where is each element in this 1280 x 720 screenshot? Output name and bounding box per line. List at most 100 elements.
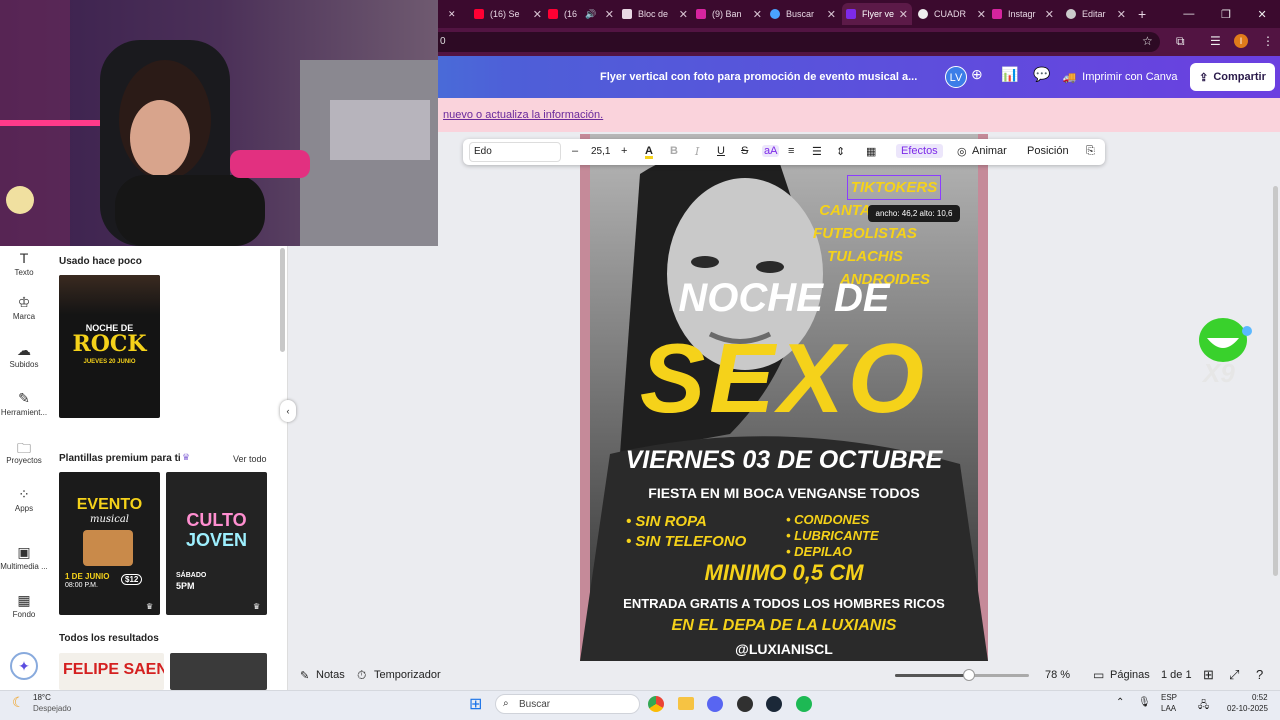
document-title[interactable]: Flyer vertical con foto para promoción d… [600, 71, 917, 83]
flyer-rules-right[interactable]: • CONDONES • LUBRICANTE • DEPILAO [786, 512, 879, 560]
fullscreen-icon[interactable]: ⤢ [1229, 667, 1239, 683]
discord-icon[interactable] [707, 696, 723, 712]
rail-item-proyectos[interactable]: 🗀 Proyectos [0, 438, 48, 465]
flyer-title-line1[interactable]: NOCHE DE [580, 276, 988, 321]
notice-link[interactable]: nuevo o actualiza la información. [443, 109, 603, 121]
file-explorer-icon[interactable] [678, 697, 694, 710]
result-template-2[interactable] [170, 653, 267, 690]
result-template-1[interactable]: FELIPE SAENZ [59, 653, 164, 690]
browser-tab[interactable]: Bloc de ✕ [622, 3, 692, 25]
premium-template-1[interactable]: EVENTO musical 1 DE JUNIO 08:00 P.M. $12 [59, 472, 160, 615]
browser-tab[interactable]: Buscar ✕ [770, 3, 840, 25]
rail-item-marca[interactable]: ♔ Marca [0, 294, 48, 321]
font-family-select[interactable]: Edo [469, 142, 561, 162]
spotify-icon[interactable] [796, 696, 812, 712]
spacing-icon[interactable]: ⇕ [836, 145, 845, 158]
user-avatar[interactable]: LV [945, 66, 967, 88]
microphone-icon[interactable]: 🎙 [1138, 697, 1151, 708]
guest-item[interactable]: TULACHIS [800, 245, 930, 268]
rail-item-fondo[interactable]: ▦ Fondo [0, 592, 48, 619]
rail-item-multimedia[interactable]: ▣ Multimedia ... [0, 544, 48, 571]
flyer-date[interactable]: VIERNES 03 DE OCTUBRE [580, 446, 988, 475]
network-icon[interactable]: 🖧 [1198, 698, 1209, 715]
flyer-title-line2[interactable]: SEXO [580, 322, 988, 435]
flyer-location[interactable]: EN EL DEPA DE LA LUXIANIS [580, 617, 988, 635]
magic-ai-icon[interactable]: ✦ [10, 652, 38, 680]
rule-item[interactable]: • SIN ROPA [626, 512, 746, 532]
zoom-slider[interactable] [895, 669, 1029, 681]
browser-tab[interactable]: (9) Ban ✕ [696, 3, 766, 25]
obs-icon[interactable] [737, 696, 753, 712]
rail-item-texto[interactable]: T Texto [0, 250, 48, 277]
flyer-minimum[interactable]: MINIMO 0,5 CM [580, 560, 988, 586]
increase-font-size-button[interactable]: + [621, 145, 627, 157]
animate-icon[interactable]: ◎ [957, 145, 967, 158]
bookmark-star-icon[interactable]: ☆ [1142, 34, 1153, 48]
flyer-handle[interactable]: @LUXIANISCL [580, 641, 988, 657]
reading-list-icon[interactable]: ☰ [1210, 34, 1221, 48]
extensions-icon[interactable]: ⧉ [1176, 34, 1185, 49]
premium-template-2[interactable]: CULTO JOVEN SÁBADO 5PM [166, 472, 267, 615]
rail-item-subidos[interactable]: ☁ Subidos [0, 342, 48, 369]
timer-button[interactable]: Temporizador [374, 669, 441, 681]
zoom-level[interactable]: 78 % [1045, 669, 1070, 681]
flyer-tagline[interactable]: FIESTA EN MI BOCA VENGANSE TODOS [580, 485, 988, 501]
zoom-slider-handle[interactable] [962, 669, 975, 681]
effects-button[interactable]: Efectos [896, 144, 943, 158]
rail-item-apps[interactable]: ⁘ Apps [0, 486, 48, 513]
add-collaborator-icon[interactable]: ⊕ [971, 66, 983, 88]
guest-item[interactable]: FUTBOLISTAS [800, 222, 930, 245]
position-button[interactable]: Posición [1027, 145, 1069, 157]
tab-close-icon[interactable]: ✕ [448, 3, 458, 25]
underline-icon[interactable]: U [717, 145, 725, 157]
rule-item[interactable]: • DEPILAO [786, 544, 879, 560]
font-size-input[interactable]: 25,1 [591, 146, 610, 157]
browser-tab[interactable]: Editar ✕ [1066, 3, 1130, 25]
browser-tab[interactable]: (16 🔊 ✕ [548, 3, 618, 25]
flyer-entry[interactable]: ENTRADA GRATIS A TODOS LOS HOMBRES RICOS [580, 596, 988, 611]
copy-style-icon[interactable]: ⎘ [1086, 145, 1095, 158]
animate-button[interactable]: Animar [972, 145, 1007, 157]
see-all-link[interactable]: Ver todo [233, 454, 267, 464]
transparency-icon[interactable]: ▦ [866, 145, 876, 158]
profile-avatar[interactable]: I [1234, 34, 1248, 48]
maximize-icon[interactable]: ❐ [1221, 8, 1231, 21]
text-color-icon[interactable]: A [645, 145, 653, 157]
canvas-scrollbar[interactable] [1273, 186, 1278, 576]
rule-item[interactable]: • SIN TELEFONO [626, 532, 746, 552]
grid-view-icon[interactable]: ⊞ [1203, 667, 1214, 683]
windows-start-icon[interactable]: ⊞ [469, 694, 482, 714]
list-icon[interactable]: ☰ [812, 145, 822, 158]
pages-button[interactable]: Páginas [1110, 669, 1150, 681]
browser-tab-active[interactable]: Flyer ve ✕ [842, 3, 912, 25]
minimize-icon[interactable]: — [1183, 8, 1194, 20]
collapse-panel-button[interactable]: ‹ [280, 400, 296, 422]
weather-temp[interactable]: 18°C [33, 693, 51, 702]
browser-tab[interactable]: CUADR ✕ [918, 3, 990, 25]
rule-item[interactable]: • LUBRICANTE [786, 528, 879, 544]
rail-item-herramientas[interactable]: ✎ Herramient... [0, 390, 48, 417]
rule-item[interactable]: • CONDONES [786, 512, 879, 528]
comment-icon[interactable]: 💬 [1033, 66, 1050, 88]
clock-time[interactable]: 0:52 [1252, 693, 1268, 702]
steam-icon[interactable] [766, 696, 782, 712]
browser-tab[interactable]: Instagr ✕ [992, 3, 1058, 25]
letter-case-icon[interactable]: aA [762, 145, 780, 157]
browser-tab[interactable]: (16) Se ✕ [474, 3, 546, 25]
help-icon[interactable]: ? [1256, 667, 1263, 682]
notes-button[interactable]: Notas [316, 669, 345, 681]
recent-template-thumb[interactable]: NOCHE DE ROCK JUEVES 20 JUNIO [59, 275, 160, 418]
language-indicator[interactable]: ESP [1161, 693, 1177, 702]
align-center-icon[interactable]: ≡ [788, 145, 794, 157]
strikethrough-icon[interactable]: S [741, 145, 748, 157]
guest-item[interactable]: TIKTOKERS [847, 175, 941, 200]
close-window-icon[interactable]: ✕ [1257, 8, 1266, 21]
chrome-icon[interactable] [648, 696, 664, 712]
analytics-icon[interactable]: 📊 [1001, 66, 1018, 88]
bold-icon[interactable]: B [670, 145, 678, 157]
more-menu-icon[interactable]: ⋮ [1262, 34, 1274, 48]
italic-icon[interactable]: I [695, 145, 699, 158]
taskbar-search[interactable]: ⌕ Buscar [495, 694, 640, 714]
print-with-canva-button[interactable]: 🚚 Imprimir con Canva [1058, 64, 1182, 90]
share-button[interactable]: ⇪ Compartir [1190, 63, 1275, 91]
